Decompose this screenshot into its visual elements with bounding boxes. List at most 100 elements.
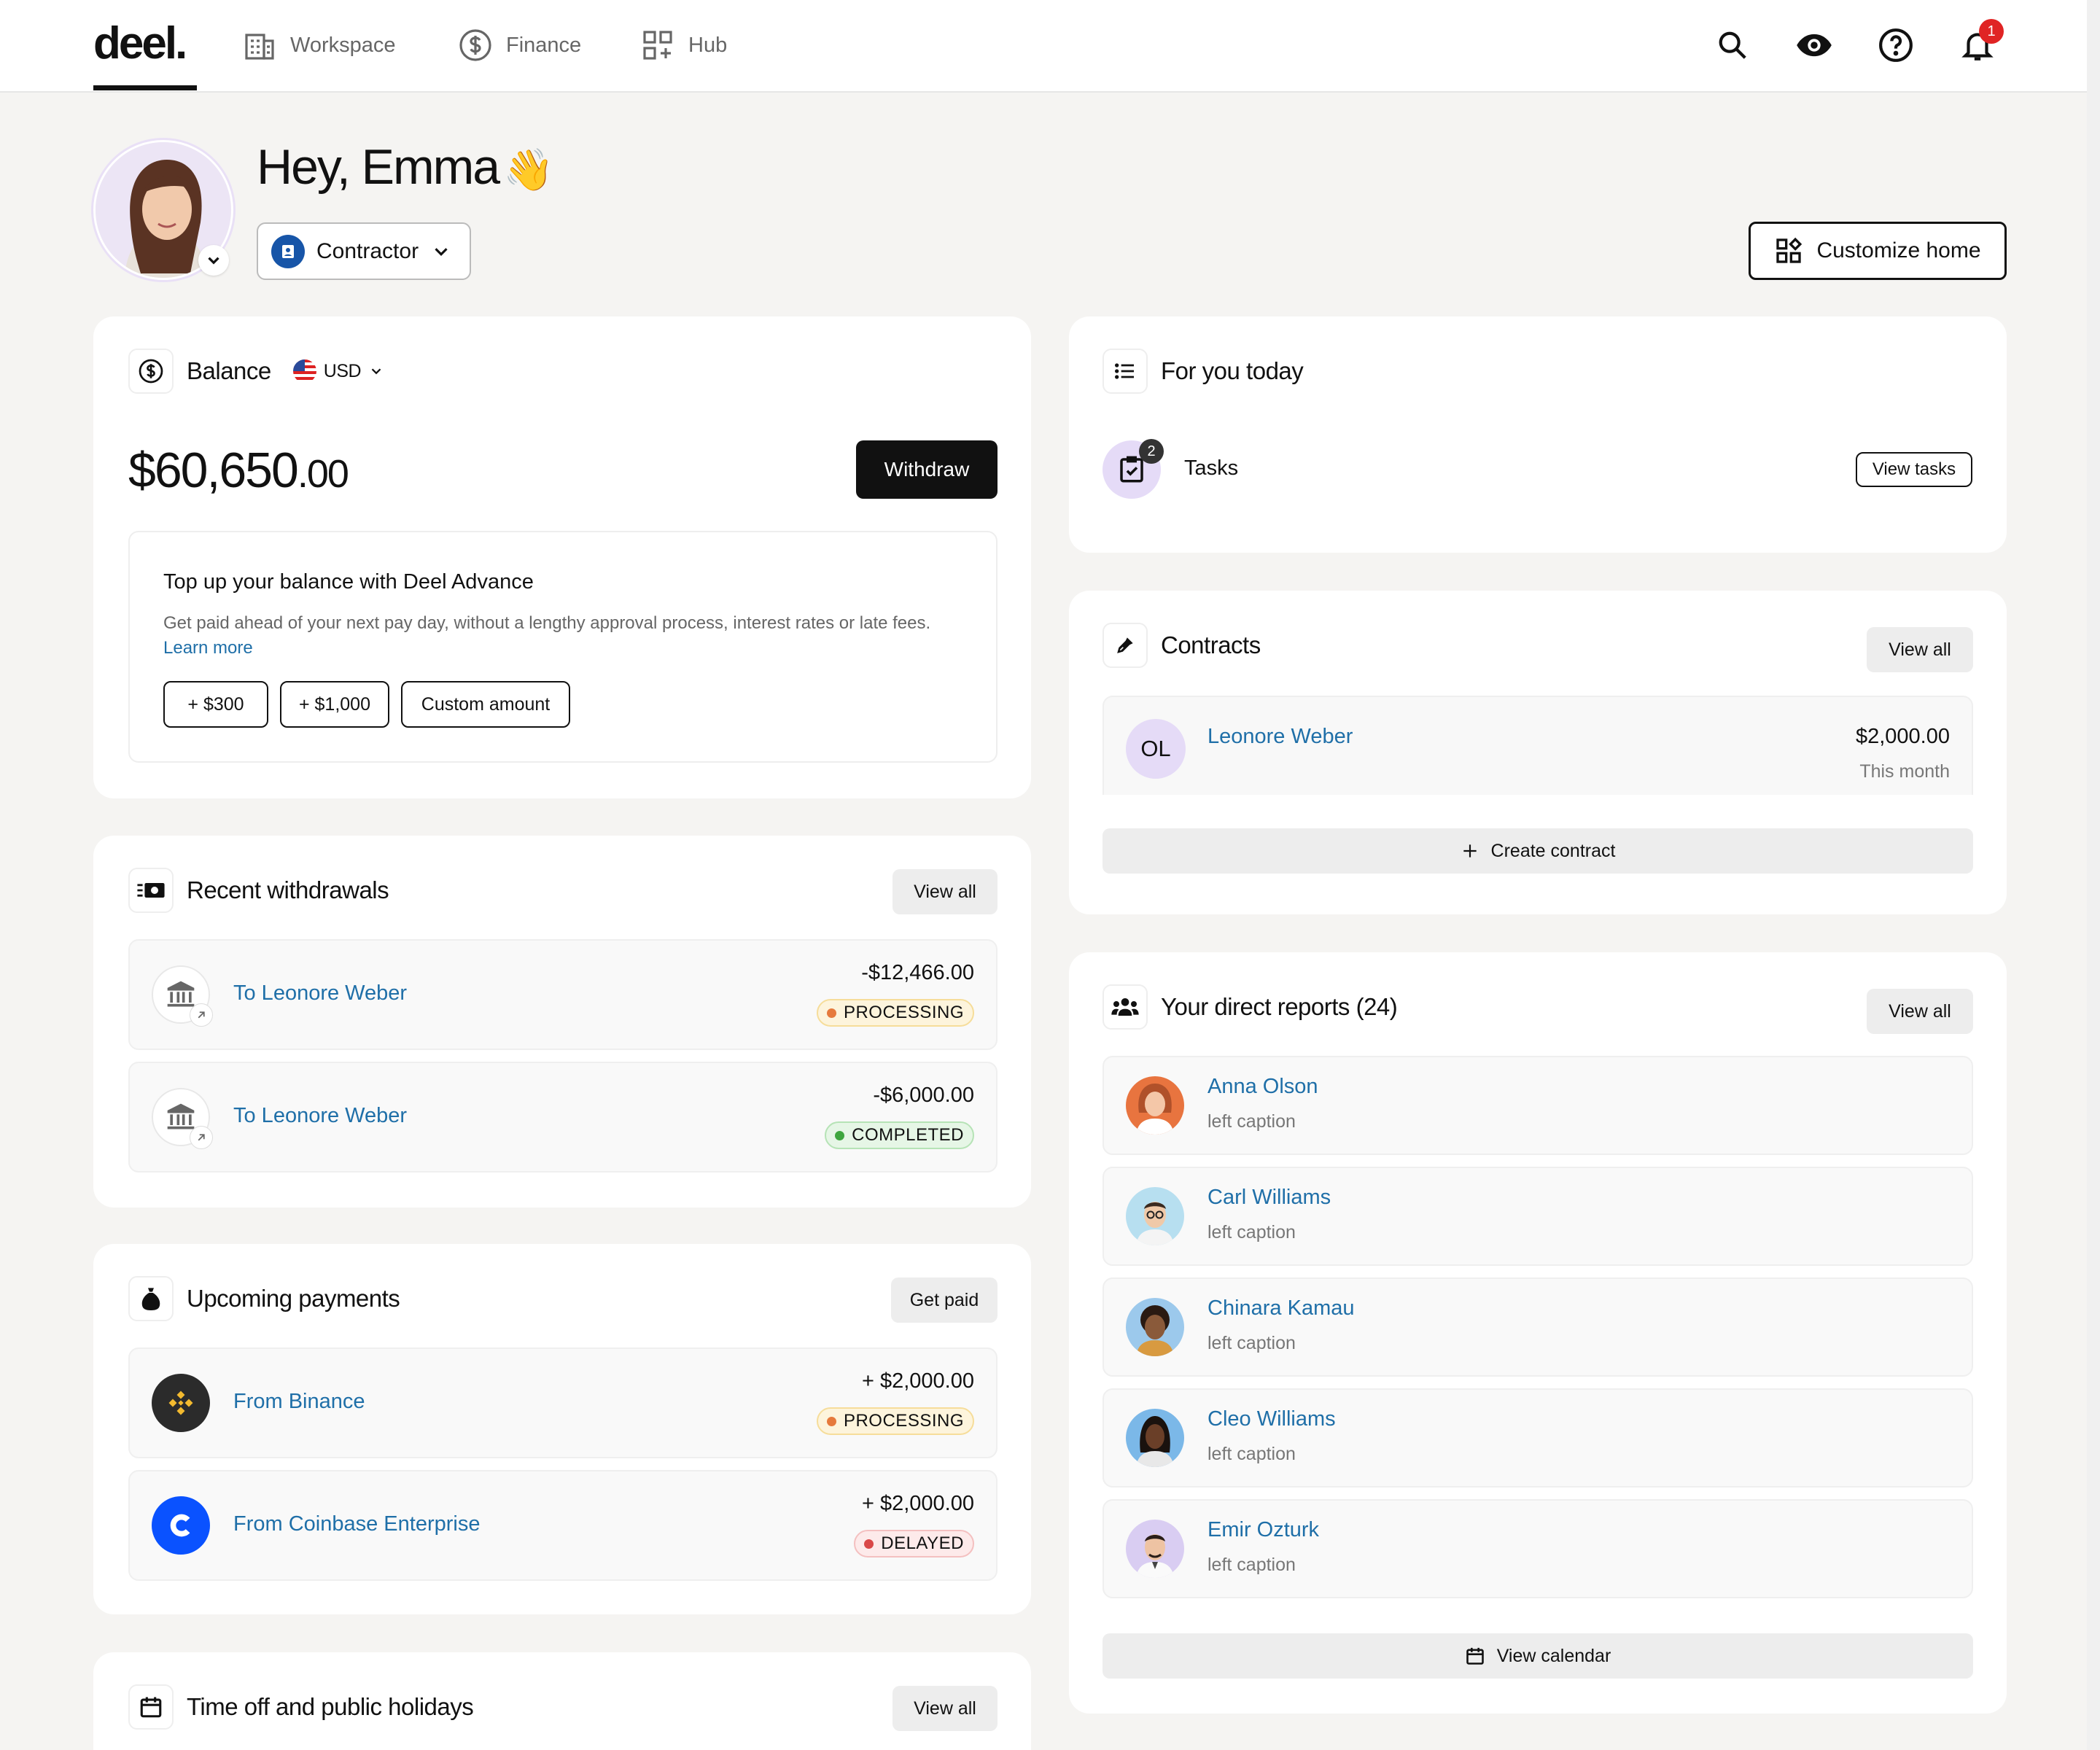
view-calendar-label: View calendar [1496,1645,1611,1666]
contracts-card: Contracts View all OL Leonore Weber $2,0… [1069,591,2007,914]
plus-icon [1463,844,1477,858]
status-dot [826,1416,836,1426]
status-label: PROCESSING [843,1411,964,1431]
report-name[interactable]: Emir Ozturk [1208,1518,1319,1542]
advance-1000-button[interactable]: + $1,000 [280,681,389,728]
report-name[interactable]: Carl Williams [1208,1186,1331,1210]
nav-hub-label: Hub [688,33,728,57]
contract-initials-avatar: OL [1126,719,1186,779]
report-row[interactable]: Cleo Williams left caption [1102,1388,1973,1488]
withdrawals-view-all-button[interactable]: View all [892,869,998,914]
view-tasks-button[interactable]: View tasks [1856,452,1972,487]
calendar-icon [140,1697,162,1718]
report-row[interactable]: Emir Ozturk left caption [1102,1499,1973,1598]
report-avatar [1126,1520,1184,1578]
payment-row[interactable]: From Coinbase Enterprise + $2,000.00 DEL… [128,1470,998,1581]
report-caption: left caption [1208,1444,1296,1464]
report-name[interactable]: Cleo Williams [1208,1407,1336,1431]
nav-hub[interactable]: Hub [640,28,727,63]
report-name[interactable]: Chinara Kamau [1208,1296,1355,1321]
get-paid-button[interactable]: Get paid [891,1278,998,1323]
withdrawal-recipient[interactable]: To Leonore Weber [233,1104,407,1128]
role-switcher[interactable]: Contractor [257,222,471,280]
us-flag-icon [292,359,316,383]
binance-icon [168,1391,193,1415]
advance-description-text: Get paid ahead of your next pay day, wit… [163,613,931,633]
bank-transfer-avatar [152,965,213,1027]
withdrawal-row[interactable]: To Leonore Weber -$6,000.00 COMPLETED [128,1062,998,1172]
nav-workspace-label: Workspace [290,33,396,57]
wave-emoji: 👋 [503,147,554,192]
withdrawal-row[interactable]: To Leonore Weber -$12,466.00 PROCESSING [128,939,998,1050]
report-avatar [1126,1076,1184,1135]
chevron-down-icon [371,368,381,375]
direct-reports-header: Your direct reports (24) [1102,984,1398,1030]
contract-name[interactable]: Leonore Weber [1208,725,1353,749]
money-bag-icon-box [128,1276,174,1321]
notification-count-badge: 1 [1979,19,2004,44]
arrow-out-icon [190,1003,213,1027]
payment-source[interactable]: From Binance [233,1390,365,1414]
payment-source[interactable]: From Coinbase Enterprise [233,1512,480,1536]
top-navigation-bar: deel. Workspace Finance Hub 1 [0,0,2087,93]
payments-title: Upcoming payments [187,1285,400,1312]
view-calendar-button[interactable]: View calendar [1102,1633,1973,1679]
advance-300-button[interactable]: + $300 [163,681,268,728]
customize-home-button[interactable]: Customize home [1749,222,2007,280]
report-row[interactable]: Chinara Kamau left caption [1102,1278,1973,1377]
bank-icon [167,981,195,1007]
report-caption: left caption [1208,1333,1296,1353]
calendar-icon [1466,1647,1484,1665]
for-you-today-card: For you today 2 Tasks View tasks [1069,316,2007,553]
customize-home-label: Customize home [1816,238,1981,262]
time-off-title: Time off and public holidays [187,1693,474,1720]
report-caption: left caption [1208,1555,1296,1575]
report-row[interactable]: Anna Olson left caption [1102,1056,1973,1155]
pen-nib-icon [1115,635,1135,656]
nav-finance-label: Finance [506,33,582,57]
time-off-view-all-button[interactable]: View all [892,1686,998,1731]
report-avatar [1126,1298,1184,1356]
reports-view-all-button[interactable]: View all [1867,989,1973,1034]
arrow-out-icon [190,1126,213,1149]
report-caption: left caption [1208,1222,1296,1242]
list-icon-box [1102,349,1148,394]
withdraw-button[interactable]: Withdraw [856,440,998,499]
help-button[interactable] [1877,25,1915,66]
advance-custom-button[interactable]: Custom amount [401,681,570,728]
avatar-menu-toggle[interactable] [198,245,229,276]
search-button[interactable] [1714,25,1751,66]
dollar-circle-icon [459,29,491,61]
binance-logo [152,1374,210,1432]
learn-more-link[interactable]: Learn more [163,638,253,658]
chevron-down-icon [435,247,448,256]
report-caption: left caption [1208,1111,1296,1132]
greeting-heading: Hey, Emma 👋 [257,139,554,195]
create-contract-button[interactable]: Create contract [1102,828,1973,874]
deel-logo[interactable]: deel. [93,18,187,69]
notifications-button[interactable]: 1 [1959,19,2004,66]
report-name[interactable]: Anna Olson [1208,1075,1318,1099]
status-label: COMPLETED [852,1125,964,1145]
page-scrollbar[interactable] [2087,0,2100,1750]
status-dot [835,1130,845,1140]
currency-selector[interactable]: USD [292,359,384,383]
currency-label: USD [323,360,362,381]
contracts-header: Contracts [1102,623,1261,668]
nav-finance[interactable]: Finance [458,28,581,63]
time-off-card: Time off and public holidays View all [93,1652,1031,1750]
nav-workspace[interactable]: Workspace [242,28,396,63]
contract-row[interactable]: OL Leonore Weber $2,000.00 This month [1102,696,1973,795]
withdrawal-recipient[interactable]: To Leonore Weber [233,981,407,1006]
chevron-down-icon [208,257,219,265]
balance-amount: $60,650.00 [128,442,349,499]
balance-amount-cents: .00 [297,452,349,496]
payments-header: Upcoming payments [128,1276,400,1321]
payment-row[interactable]: From Binance + $2,000.00 PROCESSING [128,1348,998,1458]
contracts-view-all-button[interactable]: View all [1867,627,1973,672]
preview-button[interactable] [1795,25,1833,66]
report-row[interactable]: Carl Williams left caption [1102,1167,1973,1266]
contract-amount: $2,000.00 [1855,725,1950,748]
active-nav-indicator [93,85,197,90]
status-label: PROCESSING [843,1003,964,1022]
